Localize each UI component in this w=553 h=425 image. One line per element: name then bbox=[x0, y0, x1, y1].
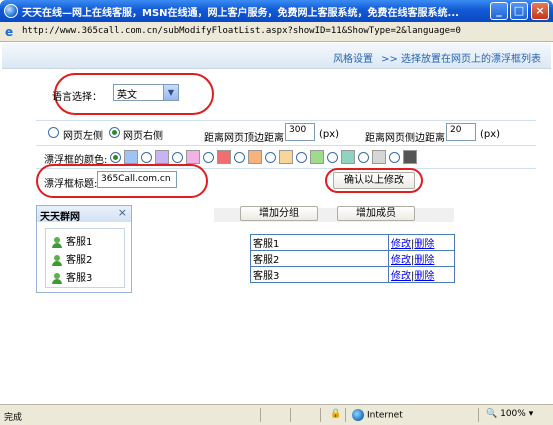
window-title: 天天在线—网上在线客服，MSN在线通，网上客户服务，免费网上客服系统，免费在线客… bbox=[22, 8, 459, 19]
member-table: 客服1 修改|删除 客服2 修改|删除 客服3 修改|删除 bbox=[250, 234, 455, 283]
color-swatch[interactable] bbox=[403, 150, 417, 164]
color-radio-3[interactable] bbox=[172, 152, 183, 163]
member-name-cell: 客服1 bbox=[250, 234, 389, 251]
edit-link[interactable]: 修改 bbox=[391, 239, 411, 250]
chevron-down-icon[interactable]: ▾ bbox=[529, 409, 534, 419]
color-radio-7[interactable] bbox=[296, 152, 307, 163]
list-item[interactable]: 客服1 bbox=[52, 233, 92, 249]
color-swatch[interactable] bbox=[248, 150, 262, 164]
edit-link[interactable]: 修改 bbox=[391, 255, 411, 266]
breadcrumb-current-page: >> 选择放置在网页上的漂浮框列表 bbox=[381, 54, 541, 65]
edit-link[interactable]: 修改 bbox=[391, 271, 411, 282]
chevron-down-icon[interactable]: ▼ bbox=[163, 85, 178, 100]
color-radio-10[interactable] bbox=[389, 152, 400, 163]
status-divider bbox=[478, 408, 479, 422]
list-item[interactable]: 客服2 bbox=[52, 251, 92, 267]
user-icon bbox=[52, 254, 62, 266]
maximize-button[interactable]: □ bbox=[510, 2, 528, 20]
close-button[interactable]: × bbox=[531, 2, 549, 20]
address-bar: e http://www.365call.com.cn/subModifyFlo… bbox=[0, 22, 553, 42]
magnifier-icon: 🔍 bbox=[486, 409, 498, 419]
member-name: 客服3 bbox=[66, 273, 93, 284]
member-name: 客服2 bbox=[66, 255, 93, 266]
color-swatch[interactable] bbox=[310, 150, 324, 164]
breadcrumb-style-settings-link[interactable]: 风格设置 bbox=[333, 54, 373, 65]
zoom-control[interactable]: 🔍 100% ▾ bbox=[486, 409, 533, 419]
left-side-label: 网页左侧 bbox=[63, 131, 103, 142]
color-radio-4[interactable] bbox=[203, 152, 214, 163]
status-bar: 完成 🔒 Internet 🔍 100% ▾ bbox=[0, 404, 553, 425]
page-icon: e bbox=[5, 25, 14, 39]
zoom-level: 100% bbox=[500, 409, 526, 419]
title-row: 漂浮框标题: 365Call.com.cn bbox=[36, 170, 536, 192]
delete-link[interactable]: 删除 bbox=[414, 271, 434, 282]
top-distance-unit: (px) bbox=[319, 129, 340, 140]
member-name-cell: 客服2 bbox=[250, 250, 389, 267]
color-radio-5[interactable] bbox=[234, 152, 245, 163]
add-member-button[interactable]: 增加成员 bbox=[337, 206, 415, 221]
color-swatch[interactable] bbox=[279, 150, 293, 164]
add-group-button[interactable]: 增加分组 bbox=[240, 206, 318, 221]
top-distance-input[interactable]: 300 bbox=[285, 123, 315, 141]
title-bar: 天天在线—网上在线客服，MSN在线通，网上客户服务，免费网上客服系统，免费在线客… bbox=[0, 0, 553, 22]
color-swatch[interactable] bbox=[217, 150, 231, 164]
color-swatch[interactable] bbox=[372, 150, 386, 164]
top-distance-label: 距离网页顶边距离: bbox=[204, 133, 288, 144]
security-zone[interactable]: Internet bbox=[352, 409, 403, 421]
globe-icon bbox=[352, 409, 364, 421]
color-swatch[interactable] bbox=[124, 150, 138, 164]
user-icon bbox=[52, 236, 62, 248]
close-icon[interactable]: × bbox=[118, 206, 127, 219]
minimize-button[interactable]: _ bbox=[490, 2, 508, 20]
floatbox-member-list: 客服1 客服2 客服3 bbox=[45, 228, 125, 288]
status-divider bbox=[260, 408, 261, 422]
user-icon bbox=[52, 272, 62, 284]
delete-link[interactable]: 删除 bbox=[414, 255, 434, 266]
position-row: 网页左侧 网页右侧 距离网页顶边距离: 300 (px) 距离网页侧边距离: 2… bbox=[36, 123, 536, 145]
side-distance-label: 距离网页侧边距离: bbox=[365, 133, 449, 144]
status-divider bbox=[345, 408, 346, 422]
header-banner: 风格设置 >> 选择放置在网页上的漂浮框列表 bbox=[2, 43, 551, 69]
ie-app-icon bbox=[4, 4, 18, 18]
color-swatch[interactable] bbox=[341, 150, 355, 164]
delete-link[interactable]: 删除 bbox=[414, 239, 434, 250]
color-radio-1[interactable] bbox=[110, 152, 121, 163]
status-divider bbox=[320, 408, 321, 422]
radio-left-side[interactable] bbox=[48, 127, 59, 138]
status-divider bbox=[290, 408, 291, 422]
side-distance-unit: (px) bbox=[480, 129, 501, 140]
language-select[interactable]: 英文 ▼ bbox=[113, 84, 179, 101]
member-name-cell: 客服3 bbox=[250, 266, 389, 283]
language-selected-value: 英文 bbox=[117, 90, 137, 101]
table-row: 客服2 修改|删除 bbox=[250, 250, 455, 267]
breadcrumb: 风格设置 >> 选择放置在网页上的漂浮框列表 bbox=[333, 50, 541, 65]
zone-label: Internet bbox=[367, 410, 403, 421]
floatbox-title-input[interactable]: 365Call.com.cn bbox=[97, 171, 177, 188]
floatbox-title: 天天群网 bbox=[40, 212, 80, 223]
lock-icon: 🔒 bbox=[330, 409, 342, 419]
color-swatch[interactable] bbox=[186, 150, 200, 164]
floatbox-title-label: 漂浮框标题: bbox=[44, 179, 98, 190]
side-distance-input[interactable]: 20 bbox=[446, 123, 476, 141]
color-radio-8[interactable] bbox=[327, 152, 338, 163]
color-swatch[interactable] bbox=[155, 150, 169, 164]
member-name: 客服1 bbox=[66, 237, 93, 248]
status-text: 完成 bbox=[4, 413, 23, 423]
color-radio-2[interactable] bbox=[141, 152, 152, 163]
floatbox-preview: 天天群网 × 客服1 客服2 客服3 bbox=[36, 205, 132, 293]
right-side-label: 网页右侧 bbox=[123, 131, 163, 142]
table-row: 客服3 修改|删除 bbox=[250, 266, 455, 283]
table-row: 客服1 修改|删除 bbox=[250, 234, 455, 251]
language-label: 语言选择： bbox=[52, 92, 102, 103]
color-radio-9[interactable] bbox=[358, 152, 369, 163]
url-text[interactable]: http://www.365call.com.cn/subModifyFloat… bbox=[22, 26, 461, 36]
color-radio-6[interactable] bbox=[265, 152, 276, 163]
radio-right-side[interactable] bbox=[109, 127, 120, 138]
divider bbox=[36, 120, 536, 121]
list-item[interactable]: 客服3 bbox=[52, 269, 92, 285]
confirm-changes-button[interactable]: 确认以上修改 bbox=[333, 172, 415, 189]
